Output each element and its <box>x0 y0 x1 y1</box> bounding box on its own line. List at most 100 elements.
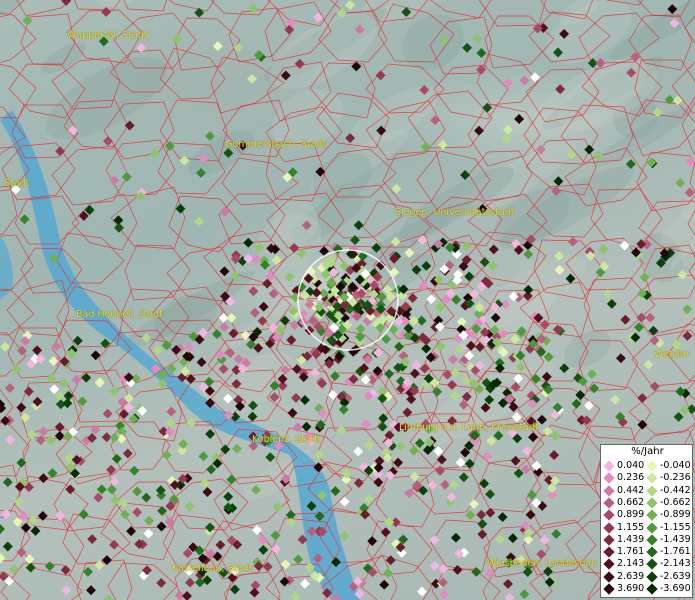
measurement-point <box>438 35 449 46</box>
measurement-point <box>322 588 333 598</box>
measurement-point <box>37 510 48 521</box>
legend-swatch <box>603 558 615 571</box>
measurement-point <box>90 350 101 361</box>
measurement-point <box>404 247 415 258</box>
measurement-point <box>452 564 463 575</box>
measurement-point <box>143 528 154 539</box>
measurement-point <box>205 429 216 439</box>
measurement-point <box>507 533 518 544</box>
measurement-point <box>94 377 105 388</box>
measurement-point <box>121 171 132 182</box>
measurement-point <box>528 432 538 443</box>
measurement-point <box>522 446 533 456</box>
measurement-point <box>543 352 554 362</box>
measurement-point <box>637 419 648 430</box>
measurement-point <box>101 555 112 566</box>
measurement-point <box>484 568 495 579</box>
map-canvas[interactable]: Wuppertal, Stadt Gummersbach, Stadt Stad… <box>0 0 695 600</box>
measurement-point <box>254 242 265 253</box>
measurement-point <box>682 330 693 341</box>
measurement-point <box>433 446 444 457</box>
measurement-point <box>111 453 122 464</box>
measurement-point <box>150 363 161 374</box>
measurement-point <box>474 125 484 136</box>
measurement-point <box>219 266 230 277</box>
measurement-point <box>194 216 205 227</box>
measurement-point <box>251 484 261 495</box>
measurement-point <box>602 288 613 299</box>
measurement-point <box>598 244 609 255</box>
measurement-point <box>620 314 631 325</box>
legend-swatch <box>646 571 658 583</box>
measurement-point <box>669 18 680 29</box>
measurement-point <box>219 206 230 217</box>
measurement-point <box>414 438 425 449</box>
city-label-wetzlar: Wetzlar <box>654 349 690 360</box>
measurement-point <box>503 77 514 88</box>
measurement-point <box>16 457 27 468</box>
measurement-point <box>315 166 326 177</box>
measurement-point <box>383 568 394 578</box>
measurement-point <box>54 391 65 401</box>
measurement-point <box>196 357 207 368</box>
measurement-point <box>314 449 325 460</box>
measurement-point <box>61 585 72 596</box>
measurement-point <box>525 509 536 520</box>
measurement-point <box>437 139 448 150</box>
measurement-point <box>301 421 312 432</box>
measurement-point <box>286 517 296 528</box>
city-label-stadt: Stadt <box>4 178 30 189</box>
legend-value: 1.761 <box>617 546 645 558</box>
measurement-point <box>475 342 485 352</box>
measurement-point <box>284 24 295 35</box>
legend-swatch <box>646 484 658 497</box>
measurement-point <box>194 7 205 18</box>
measurement-point <box>429 534 440 545</box>
measurement-point <box>225 348 236 358</box>
measurement-point <box>205 398 215 408</box>
measurement-point <box>494 363 505 374</box>
measurement-point <box>243 237 254 248</box>
measurement-point <box>404 488 415 499</box>
measurement-point <box>477 518 488 529</box>
measurement-point <box>258 534 268 545</box>
measurement-point <box>20 412 31 423</box>
measurement-point <box>606 298 617 309</box>
measurement-point <box>212 41 223 52</box>
legend-swatch <box>603 546 615 558</box>
measurement-point <box>685 156 695 167</box>
measurement-point <box>290 591 301 600</box>
legend-swatch <box>603 460 615 472</box>
measurement-point <box>485 489 496 500</box>
measurement-point <box>438 563 449 574</box>
measurement-point <box>233 42 244 53</box>
legend: %/Jahr 0.040 -0.040 0.236 -0.236 0.442 -0.442… <box>600 444 693 598</box>
measurement-point <box>435 302 446 313</box>
measurement-point <box>504 592 515 600</box>
measurement-point <box>114 222 124 233</box>
measurement-point <box>212 329 222 340</box>
measurement-point <box>476 64 487 75</box>
measurement-point <box>200 478 210 489</box>
measurement-point <box>185 374 196 384</box>
measurement-point <box>497 512 508 523</box>
measurement-point <box>132 507 143 518</box>
measurement-point <box>451 294 462 305</box>
measurement-point <box>411 360 422 370</box>
measurement-point <box>354 24 365 35</box>
measurement-point <box>268 288 279 299</box>
legend-value: -1.439 <box>660 533 691 545</box>
city-label-wuppertal: Wuppertal, Stadt <box>67 30 148 41</box>
measurement-point <box>336 425 347 436</box>
measurement-point <box>23 386 34 397</box>
measurement-point <box>458 472 469 483</box>
measurement-point <box>306 501 317 511</box>
measurement-point <box>530 72 540 83</box>
measurement-point <box>141 492 152 503</box>
measurement-point <box>555 84 566 95</box>
measurement-point <box>339 496 350 507</box>
measurement-point <box>673 411 684 422</box>
measurement-point <box>100 338 111 349</box>
measurement-point <box>9 564 20 575</box>
measurement-point <box>313 462 324 473</box>
